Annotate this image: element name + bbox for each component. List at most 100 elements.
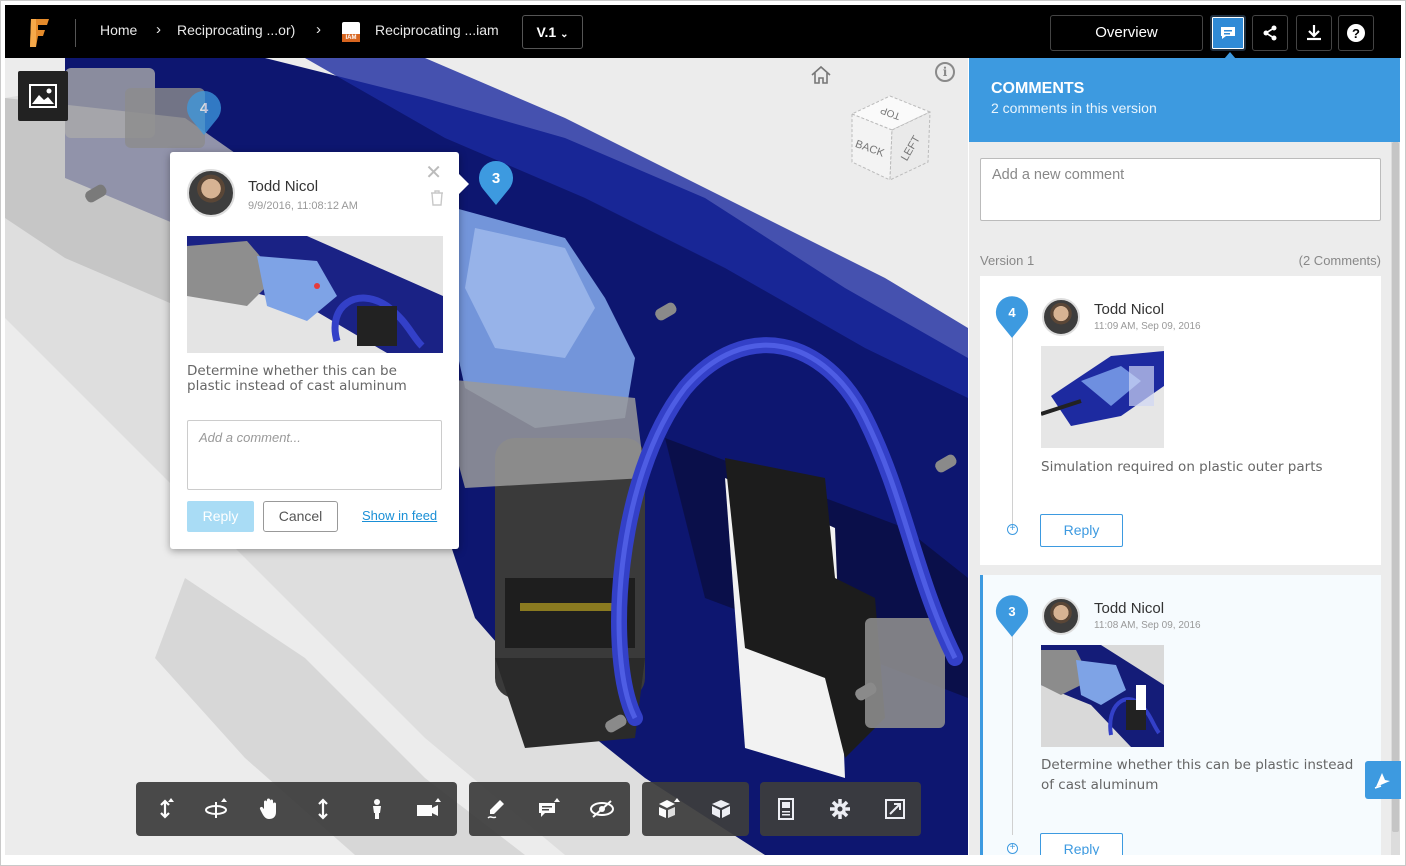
comment-snapshot-thumbnail[interactable] [187, 236, 443, 353]
help-icon: ? [1347, 24, 1365, 42]
pin-number: 3 [1008, 604, 1016, 619]
download-icon [1307, 25, 1321, 41]
app-window: Home › Reciprocating ...or) › IAM Recipr… [0, 0, 1406, 866]
avatar [187, 169, 235, 217]
model-toolbar [642, 782, 749, 836]
viewcube[interactable]: TOP BACK LEFT [840, 88, 940, 188]
snapshot-image [187, 236, 443, 353]
overview-button[interactable]: Overview [1050, 15, 1203, 51]
first-person-button[interactable] [362, 795, 392, 823]
comment-text: Determine whether this can be plastic in… [187, 363, 407, 394]
navigation-toolbar [136, 782, 457, 836]
iam-file-icon: IAM [342, 22, 360, 42]
fusion-logo-icon[interactable] [27, 17, 51, 49]
reply-button[interactable]: Reply [187, 501, 254, 532]
feedback-button[interactable] [1365, 761, 1401, 799]
new-comment-input[interactable]: Add a new comment [980, 158, 1381, 221]
expand-thread-icon[interactable]: + [1007, 524, 1018, 535]
trash-icon[interactable] [430, 190, 444, 206]
properties-button[interactable] [771, 795, 801, 823]
comment-snapshot-thumbnail[interactable] [1041, 645, 1164, 747]
comment-pin-3[interactable]: 3 [477, 161, 515, 207]
version-dropdown[interactable]: V.1 ⌄ [522, 15, 583, 49]
orbit-icon [205, 798, 227, 818]
fullscreen-icon [885, 799, 905, 819]
explode-button[interactable] [654, 795, 684, 823]
snapshot-button[interactable] [18, 71, 68, 121]
comment-timestamp: 11:08 AM, Sep 09, 2016 [1094, 620, 1201, 631]
comment-timestamp: 9/9/2016, 11:08:12 AM [248, 200, 358, 212]
cancel-button[interactable]: Cancel [263, 501, 338, 532]
pen-arrow-icon [1374, 773, 1390, 789]
reply-button[interactable]: Reply [1040, 514, 1123, 547]
comments-toggle-button[interactable] [1210, 15, 1246, 51]
snapshot-image [1041, 346, 1164, 448]
comment-author: Todd Nicol [1094, 301, 1165, 318]
breadcrumb-folder[interactable]: Reciprocating ...or) [177, 22, 295, 38]
version-heading: Version 1 [980, 253, 1035, 268]
thread-line [1012, 316, 1013, 531]
snapshot-image [1041, 645, 1164, 747]
comment-author: Todd Nicol [1094, 600, 1165, 617]
breadcrumb-file[interactable]: Reciprocating ...iam [375, 22, 499, 38]
hand-tool-button[interactable] [254, 795, 284, 823]
share-button[interactable] [1252, 15, 1288, 51]
close-icon[interactable]: ✕ [425, 160, 442, 185]
model-viewport[interactable]: i TOP BACK LEFT 4 3 [5, 58, 968, 855]
panel-title: COMMENTS [991, 80, 1085, 97]
zoom-tool-button[interactable] [308, 795, 338, 823]
camera-button[interactable] [414, 795, 444, 823]
orbit-tool-button[interactable] [202, 795, 232, 823]
zoom-icon [318, 798, 328, 820]
markup-button[interactable] [481, 795, 511, 823]
comment-pin-badge[interactable]: 4 [994, 296, 1032, 342]
hide-comments-button[interactable] [587, 795, 617, 823]
pin-number: 4 [1008, 305, 1016, 320]
model-icon [712, 800, 730, 818]
comment-card-selected[interactable]: 3 Todd Nicol 11:08 AM, Sep 09, 2016 Dete… [980, 575, 1381, 855]
markup-pen-icon [487, 800, 504, 819]
comment-icon [539, 798, 560, 817]
comment-pin-badge[interactable]: 3 [994, 595, 1032, 641]
breadcrumb-home[interactable]: Home [100, 22, 137, 38]
markup-toolbar [469, 782, 630, 836]
share-icon [1263, 25, 1277, 41]
scrollbar-thumb[interactable] [1392, 142, 1399, 832]
chevron-down-icon: ⌄ [560, 29, 569, 40]
comment-pin-4[interactable]: 4 [185, 91, 223, 137]
comment-timestamp: 11:09 AM, Sep 09, 2016 [1094, 321, 1201, 332]
camera-icon [417, 798, 441, 816]
comment-card[interactable]: 4 Todd Nicol 11:09 AM, Sep 09, 2016 Simu… [980, 276, 1381, 565]
comment-text: Simulation required on plastic outer par… [1041, 459, 1323, 475]
model-browser-button[interactable] [706, 795, 736, 823]
panel-scrollbar[interactable] [1391, 142, 1400, 855]
pan-arrows-icon [160, 798, 174, 819]
comment-tool-button[interactable] [535, 795, 565, 823]
settings-toolbar [760, 782, 921, 836]
person-icon [373, 799, 381, 819]
download-button[interactable] [1296, 15, 1332, 51]
home-icon[interactable] [809, 64, 833, 86]
hide-icon [590, 800, 614, 818]
top-bar: Home › Reciprocating ...or) › IAM Recipr… [5, 5, 1401, 59]
comment-author: Todd Nicol [248, 178, 319, 195]
reply-input[interactable]: Add a comment... [187, 420, 442, 490]
avatar [1042, 298, 1080, 336]
comment-snapshot-thumbnail[interactable] [1041, 346, 1164, 448]
chevron-right-icon: › [156, 21, 161, 38]
show-in-feed-link[interactable]: Show in feed [362, 508, 437, 523]
comments-header: COMMENTS 2 comments in this version [969, 58, 1400, 142]
explode-icon [659, 798, 680, 818]
comments-panel: COMMENTS 2 comments in this version Add … [969, 58, 1400, 855]
pan-tool-button[interactable] [150, 795, 180, 823]
help-button[interactable]: ? [1338, 15, 1374, 51]
expand-thread-icon[interactable]: + [1007, 843, 1018, 854]
svg-text:?: ? [1352, 26, 1360, 41]
properties-icon [778, 798, 794, 820]
info-icon[interactable]: i [935, 62, 955, 82]
panel-subtitle: 2 comments in this version [991, 100, 1157, 116]
fullscreen-button[interactable] [880, 795, 910, 823]
reply-button[interactable]: Reply [1040, 833, 1123, 855]
settings-button[interactable] [825, 795, 855, 823]
version-comment-count: (2 Comments) [1298, 253, 1381, 268]
